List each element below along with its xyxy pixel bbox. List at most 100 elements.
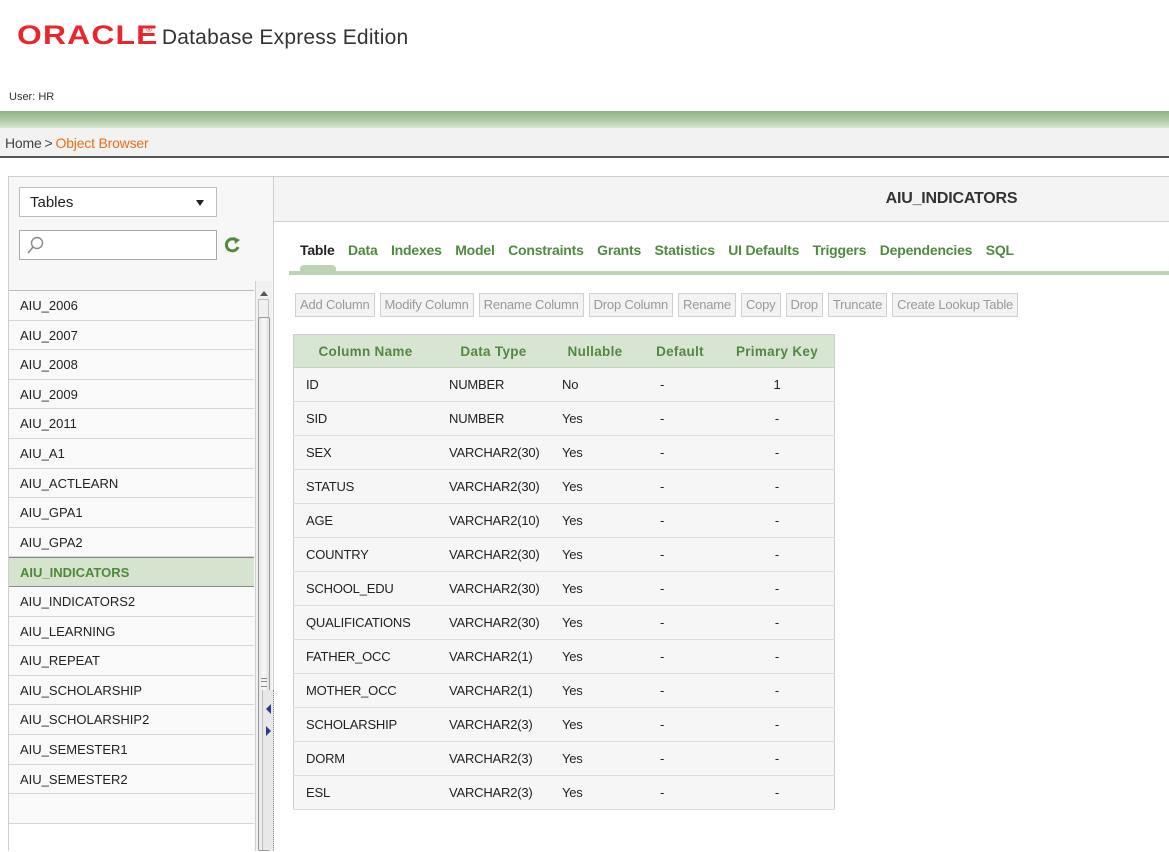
cell-type: NUMBER — [437, 401, 550, 436]
add-column-button[interactable]: Add Column — [295, 293, 375, 317]
cell-type: VARCHAR2(3) — [437, 775, 550, 810]
tab-constraints[interactable]: Constraints — [508, 242, 584, 258]
cell-nullable: Yes — [550, 605, 640, 640]
cell-nullable: Yes — [550, 469, 640, 504]
table-row: STATUS VARCHAR2(30) Yes - - — [293, 469, 835, 504]
tab-ui-defaults[interactable]: UI Defaults — [728, 242, 799, 258]
object-list-item[interactable]: AIU_REPEAT — [9, 646, 254, 676]
object-list-item[interactable]: AIU_LEARNING — [9, 616, 254, 647]
column-header-primary-key[interactable]: Primary Key — [720, 334, 835, 368]
cell-default: - — [640, 435, 720, 470]
cell-name: SCHOOL_EDU — [293, 571, 437, 606]
rename-column-button[interactable]: Rename Column — [478, 293, 584, 317]
object-list-item-selected[interactable]: AIU_INDICATORS — [9, 557, 254, 587]
tab-data[interactable]: Data — [348, 242, 378, 258]
cell-type: VARCHAR2(1) — [437, 673, 550, 708]
cell-nullable: Yes — [550, 571, 640, 606]
rename-button[interactable]: Rename — [678, 293, 736, 317]
cell-type: VARCHAR2(30) — [437, 435, 550, 470]
tab-sql[interactable]: SQL — [986, 242, 1014, 258]
cell-type: VARCHAR2(1) — [437, 639, 550, 674]
object-title-wrapper: AIU_INDICATORS — [274, 190, 1169, 208]
copy-button[interactable]: Copy — [740, 293, 781, 317]
detail-tabs: Table Data Indexes Model Constraints Gra… — [300, 242, 1023, 260]
cell-name: ESL — [293, 775, 437, 810]
oracle-logo: ORACLE ® Database Express Edition — [17, 20, 408, 51]
collapse-left-arrow-icon[interactable] — [266, 704, 271, 714]
tab-grants[interactable]: Grants — [597, 242, 641, 258]
cell-name: COUNTRY — [293, 537, 437, 572]
object-list-item[interactable]: AIU_SEMESTER2 — [9, 764, 254, 795]
modify-column-button[interactable]: Modify Column — [379, 293, 474, 317]
cell-name: QUALIFICATIONS — [293, 605, 437, 640]
object-list-item[interactable]: AIU_2011 — [9, 409, 254, 439]
object-list-item[interactable]: AIU_2006 — [9, 291, 254, 321]
cell-nullable: Yes — [550, 537, 640, 572]
object-list-item[interactable]: AIU_GPA2 — [9, 527, 254, 558]
object-type-select[interactable]: Tables — [19, 187, 217, 217]
grip-icon — [261, 678, 267, 687]
truncate-button[interactable]: Truncate — [827, 293, 888, 317]
cell-pk: - — [720, 469, 835, 504]
object-list: AIU_2006 AIU_2007 AIU_2008 AIU_2009 AIU_… — [9, 290, 254, 852]
refresh-icon[interactable] — [222, 235, 242, 255]
cell-default: - — [640, 367, 720, 402]
cell-name: SEX — [293, 435, 437, 470]
cell-default: - — [640, 537, 720, 572]
cell-name: ID — [293, 367, 437, 402]
cell-name: FATHER_OCC — [293, 639, 437, 674]
search-icon — [27, 236, 44, 254]
expand-right-arrow-icon[interactable] — [266, 726, 271, 736]
header-divider-bar — [0, 111, 1169, 128]
tab-indexes[interactable]: Indexes — [391, 242, 442, 258]
tab-model[interactable]: Model — [455, 242, 495, 258]
create-lookup-table-button[interactable]: Create Lookup Table — [892, 293, 1019, 317]
cell-pk: 1 — [720, 367, 835, 402]
object-title-bar: AIU_INDICATORS — [274, 176, 1169, 222]
tab-statistics[interactable]: Statistics — [655, 242, 715, 258]
cell-nullable: Yes — [550, 741, 640, 776]
cell-default: - — [640, 469, 720, 504]
scroll-up-arrow-icon[interactable] — [260, 291, 268, 296]
object-list-item[interactable]: AIU_INDICATORS2 — [9, 586, 254, 617]
cell-nullable: Yes — [550, 503, 640, 538]
object-list-item[interactable]: AIU_2009 — [9, 379, 254, 410]
object-list-item[interactable]: AIU_SEMESTER1 — [9, 734, 254, 765]
breadcrumb-home-link[interactable]: Home — [5, 135, 42, 151]
column-header-type[interactable]: Data Type — [437, 334, 550, 368]
app-header: ORACLE ® Database Express Edition User: … — [0, 0, 1169, 112]
breadcrumb-current[interactable]: Object Browser — [56, 135, 149, 151]
table-actions-toolbar: Add Column Modify Column Rename Column Drop… — [295, 293, 1023, 317]
cell-type: NUMBER — [437, 367, 550, 402]
cell-type: VARCHAR2(10) — [437, 503, 550, 538]
cell-type: VARCHAR2(30) — [437, 571, 550, 606]
column-header-name[interactable]: Column Name — [293, 334, 437, 368]
cell-type: VARCHAR2(3) — [437, 741, 550, 776]
drop-column-button[interactable]: Drop Column — [588, 293, 673, 317]
cell-default: - — [640, 707, 720, 742]
tab-table[interactable]: Table — [300, 242, 335, 258]
cell-type: VARCHAR2(30) — [437, 537, 550, 572]
object-list-item[interactable]: AIU_GPA1 — [9, 498, 254, 528]
cell-name: MOTHER_OCC — [293, 673, 437, 708]
drop-button[interactable]: Drop — [785, 293, 823, 317]
object-list-item[interactable]: AIU_A1 — [9, 438, 254, 469]
object-list-item[interactable]: AIU_ACTLEARN — [9, 468, 254, 499]
object-list-item[interactable]: AIU_SCHOLARSHIP2 — [9, 705, 254, 735]
object-title: AIU_INDICATORS — [885, 190, 1018, 207]
object-list-item[interactable]: AIU_2008 — [9, 350, 254, 380]
table-row: ESL VARCHAR2(3) Yes - - — [293, 775, 835, 810]
tab-triggers[interactable]: Triggers — [813, 242, 867, 258]
object-search-input[interactable] — [19, 230, 217, 260]
object-list-item[interactable] — [9, 794, 254, 824]
tab-dependencies[interactable]: Dependencies — [880, 242, 973, 258]
cell-nullable: No — [550, 367, 640, 402]
cell-default: - — [640, 775, 720, 810]
object-list-item[interactable]: AIU_2007 — [9, 320, 254, 351]
object-list-item[interactable]: AIU_SCHOLARSHIP — [9, 675, 254, 706]
column-header-default[interactable]: Default — [640, 334, 720, 368]
breadcrumb-bar: Home > Object Browser — [0, 128, 1169, 158]
panel-splitter[interactable] — [262, 690, 274, 850]
column-header-nullable[interactable]: Nullable — [550, 334, 640, 368]
table-row: SCHOLARSHIP VARCHAR2(3) Yes - - — [293, 707, 835, 742]
